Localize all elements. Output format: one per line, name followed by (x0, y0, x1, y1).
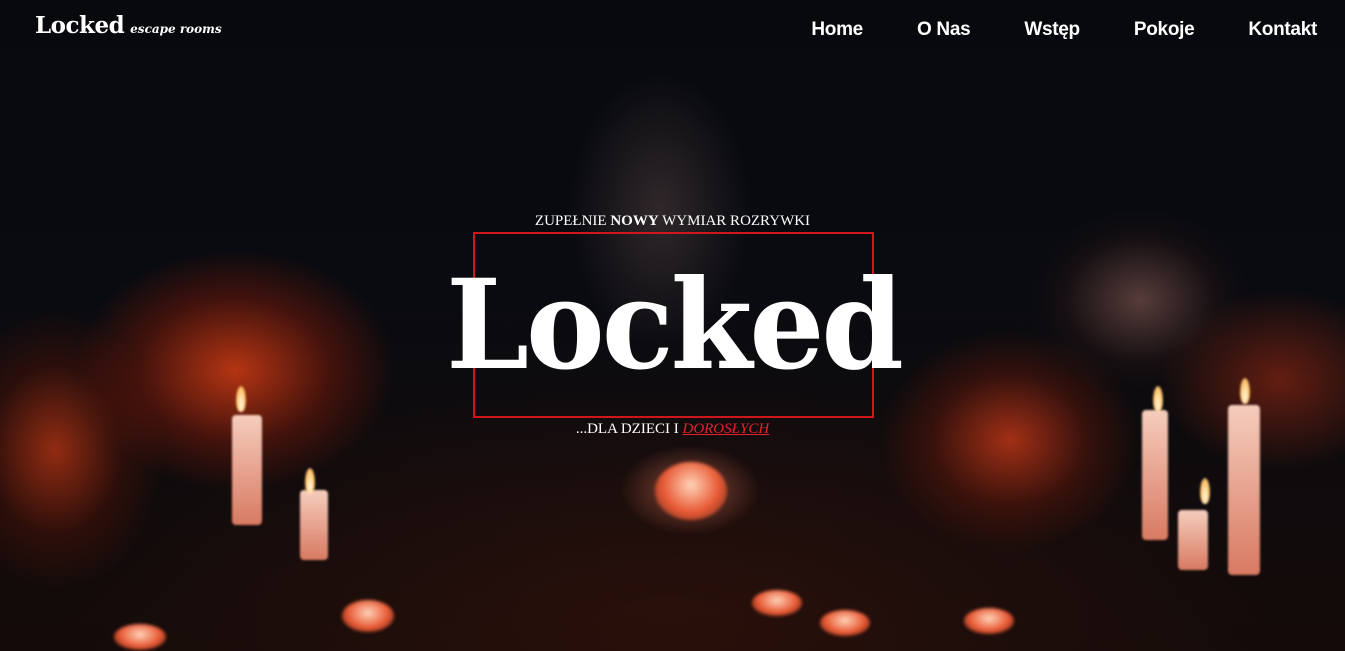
tealight-decoration (342, 600, 394, 632)
tealight-decoration (752, 590, 802, 616)
main-nav: Home O Nas Wstęp Pokoje Kontakt (811, 19, 1317, 41)
nav-item-home[interactable]: Home (811, 19, 863, 41)
nav-item-o-nas[interactable]: O Nas (917, 19, 971, 41)
candle-flame-decoration (1200, 478, 1210, 504)
tealight-decoration (114, 624, 166, 650)
candle-flame-decoration (1153, 386, 1163, 412)
page: Locked escape rooms Home O Nas Wstęp Pok… (0, 0, 1345, 651)
candle-decoration (300, 490, 328, 560)
hero-tagline-bottom-pre: ...DLA DZIECI I (575, 421, 683, 437)
candle-flame-decoration (236, 386, 246, 412)
candle-flame-decoration (305, 468, 315, 494)
hero-title: Locked (446, 251, 904, 398)
hero-adults-link[interactable]: DOROSŁYCH (682, 421, 769, 437)
nav-item-kontakt[interactable]: Kontakt (1248, 19, 1317, 41)
hero-tagline-top-post: WYMIAR ROZRYWKI (658, 213, 811, 229)
brand-tagline: escape rooms (130, 22, 222, 36)
candle-decoration (1178, 510, 1208, 570)
nav-item-wstep[interactable]: Wstęp (1024, 19, 1080, 41)
tealight-decoration (964, 608, 1014, 634)
hero-tagline-top-pre: ZUPEŁNIE (534, 213, 611, 229)
nav-item-pokoje[interactable]: Pokoje (1134, 19, 1195, 41)
hero-tagline-bottom: ...DLA DZIECI I DOROSŁYCH (0, 421, 1345, 438)
hero-title-frame: Locked (446, 232, 904, 418)
candle-flame-decoration (1240, 378, 1250, 404)
tealight-decoration (820, 610, 870, 636)
hero-tagline-top: ZUPEŁNIE NOWY WYMIAR ROZRYWKI (0, 213, 1345, 230)
tealight-decoration (655, 462, 727, 520)
brand-logo-text: Locked (35, 12, 125, 39)
hero-tagline-top-bold: NOWY (610, 213, 659, 229)
brand-logo-link[interactable]: Locked escape rooms (35, 12, 222, 39)
